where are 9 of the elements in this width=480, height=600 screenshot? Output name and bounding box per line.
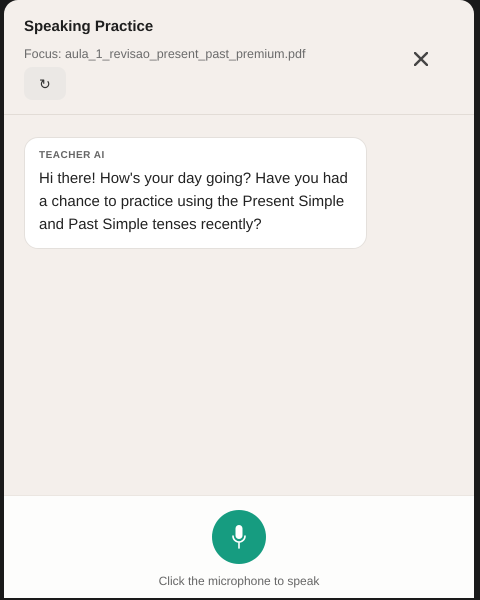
close-icon[interactable] bbox=[414, 52, 428, 66]
microphone-hint: Click the microphone to speak bbox=[158, 574, 320, 588]
reset-button[interactable]: ↻ bbox=[24, 67, 66, 100]
microphone-icon bbox=[231, 524, 247, 550]
microphone-button[interactable] bbox=[212, 510, 266, 564]
sender-label: TEACHER AI bbox=[39, 150, 106, 161]
focus-text: Focus: aula_1_revisao_present_past_premium.pdf bbox=[24, 47, 306, 61]
message-text: Hi there! How's your day going? Have you had a chance to practice using the Present Simple and Past Simple tenses recently? bbox=[39, 169, 349, 235]
dialog-title: Speaking Practice bbox=[24, 18, 154, 35]
